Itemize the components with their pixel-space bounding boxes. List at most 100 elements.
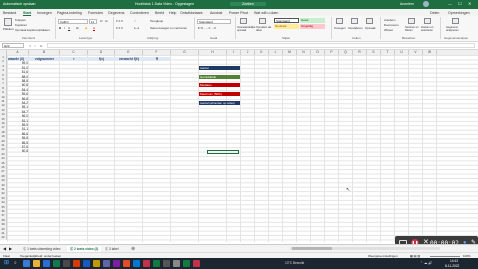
tab-acrobat[interactable]: Acrobat [210, 11, 222, 15]
format-cells-icon[interactable] [366, 18, 373, 24]
font-grow-icon[interactable]: A↑ [100, 19, 104, 23]
excel-window-icon[interactable] [183, 260, 190, 267]
indent-icon[interactable]: ⇤⇥ [134, 26, 139, 30]
header-fx[interactable]: f(x) [88, 57, 115, 62]
sort-filter-icon[interactable] [408, 18, 415, 24]
style-neutral[interactable]: Neutraal [274, 24, 299, 29]
fill-color-icon[interactable]: ◆ [85, 26, 87, 30]
maximize-icon[interactable]: ☐ [458, 1, 462, 6]
recorder-app-icon[interactable] [193, 260, 200, 267]
analyze-data-button[interactable]: Gegevens analyseren [446, 26, 466, 32]
tab-formulas[interactable]: Formules [88, 11, 103, 15]
insert-cells-icon[interactable] [336, 18, 343, 24]
bold-icon[interactable]: B [59, 26, 61, 30]
comments-button[interactable]: Opmerkingen [448, 11, 470, 15]
acrobat-icon[interactable] [143, 260, 150, 267]
taskview-icon[interactable] [23, 260, 30, 267]
tab-file[interactable]: Bestand [3, 11, 16, 15]
align-left-icon[interactable]: ≡ ≡ ≡ [116, 26, 123, 30]
currency-icon[interactable]: € % , ←0 →0 [198, 26, 216, 30]
font-shrink-icon[interactable]: A↓ [105, 19, 109, 23]
powerpoint-icon[interactable] [73, 260, 80, 267]
header-verwacht[interactable]: verwacht f(X) [115, 57, 143, 62]
header-R[interactable]: R [143, 57, 171, 62]
tab-page-layout[interactable]: Pagina-indeling [57, 11, 82, 15]
tab-insert[interactable]: Invoegen [37, 11, 52, 15]
confirm-icon[interactable]: ✓ [34, 44, 37, 48]
font-color-icon[interactable]: A [93, 26, 95, 30]
style-bad[interactable]: Ongeldig [300, 24, 325, 29]
onenote-icon[interactable] [113, 260, 120, 267]
word-icon[interactable] [83, 260, 90, 267]
legend-maximum[interactable]: Maximum (50%) [199, 92, 240, 97]
clear-button[interactable]: Wissen [384, 28, 393, 32]
orientation-icon[interactable]: ⟋ [134, 19, 136, 23]
copy-button[interactable]: Kopiëren [15, 23, 27, 27]
tab-help[interactable]: Help [169, 11, 176, 15]
file-explorer-icon[interactable] [33, 260, 40, 267]
format-painter-button[interactable]: Opmaak kopiëren/plakken [15, 28, 50, 32]
tab-power-pivot[interactable]: Power Pivot [229, 11, 248, 15]
delete-cells-icon[interactable] [351, 18, 358, 24]
insert-function-icon[interactable]: fx [40, 44, 42, 48]
store-icon[interactable] [53, 260, 60, 267]
legend-gemiddelde[interactable]: Gemiddelde [199, 75, 240, 80]
folder-icon[interactable] [93, 260, 100, 267]
sort-filter-button[interactable]: Sorteren en filteren [405, 26, 419, 32]
excel-icon[interactable] [153, 260, 160, 267]
selected-cell[interactable] [207, 150, 239, 154]
italic-icon[interactable]: I [64, 26, 65, 30]
weather-widget[interactable]: 13°C Bewolkt [285, 261, 304, 265]
tab-developer[interactable]: Ontwikkelaars [180, 11, 203, 15]
tab-review[interactable]: Controleren [130, 11, 149, 15]
horizontal-scrollbar[interactable] [290, 247, 440, 250]
analyze-data-icon[interactable] [452, 18, 459, 24]
header-r[interactable]: r [60, 57, 88, 62]
merge-center-button[interactable]: Samenvoegen en centreren [150, 26, 187, 30]
style-normal[interactable]: Standaard [274, 18, 299, 23]
settings-icon[interactable] [163, 260, 170, 267]
search-box[interactable]: Zoeken [230, 2, 266, 6]
wrap-text-button[interactable]: Terugloop [150, 19, 163, 23]
align-top-icon[interactable]: ≡ ≡ ≡ [116, 19, 123, 23]
scroll-left-icon[interactable]: ◀ [3, 246, 6, 251]
share-button[interactable]: Delen [430, 11, 439, 15]
delete-cells-button[interactable]: Verwijderen [348, 26, 363, 30]
avatar[interactable] [423, 1, 429, 7]
app-icon-2[interactable] [173, 260, 180, 267]
outlook-icon[interactable] [133, 260, 140, 267]
tab-view[interactable]: Beeld [155, 11, 164, 15]
cut-button[interactable]: Knippen [15, 18, 26, 22]
close-icon[interactable]: ✕ [468, 1, 471, 6]
format-as-table-icon[interactable] [259, 18, 266, 24]
find-select-icon[interactable] [424, 18, 431, 24]
search-icon[interactable]: ⌕ [14, 260, 17, 266]
edge-icon[interactable] [43, 260, 50, 267]
borders-icon[interactable]: ⊞ [76, 26, 79, 30]
paste-button[interactable]: Plakken [3, 27, 14, 31]
legend-mediaan[interactable]: Mediaan [199, 83, 240, 88]
app-icon[interactable] [123, 260, 130, 267]
teams-icon[interactable] [103, 260, 110, 267]
number-format-select[interactable]: Standaard [197, 19, 231, 24]
mail-icon[interactable] [63, 260, 70, 267]
zoom-slider[interactable] [430, 255, 460, 257]
row-header-42[interactable]: 42 [0, 235, 7, 240]
legend-aantal[interactable]: Aantal [199, 66, 240, 71]
name-box[interactable]: H22 [2, 43, 24, 48]
format-as-table-button[interactable]: Opmaken als tabel [256, 26, 272, 32]
scroll-right-icon[interactable]: ▶ [9, 246, 12, 251]
legend-afronden[interactable]: Aantal (afronden op tabel) [199, 101, 240, 106]
formula-input[interactable] [47, 43, 475, 48]
paste-icon[interactable] [4, 18, 12, 26]
autosum-button[interactable]: AutoSom [384, 18, 396, 22]
font-name-select[interactable]: Calibri [58, 19, 88, 24]
font-size-select[interactable]: 11 [89, 19, 97, 24]
underline-icon[interactable]: U [68, 26, 70, 30]
tab-data[interactable]: Gegevens [108, 11, 124, 15]
header-volgnummer[interactable]: volgnummer [29, 57, 60, 62]
conditional-format-button[interactable]: Voorwaardelijke opmaak [237, 26, 255, 32]
windows-start-icon[interactable]: ⊞ [4, 259, 9, 266]
value-cell[interactable]: 50,8 [7, 149, 29, 153]
scrollbar-thumb[interactable] [292, 247, 332, 250]
